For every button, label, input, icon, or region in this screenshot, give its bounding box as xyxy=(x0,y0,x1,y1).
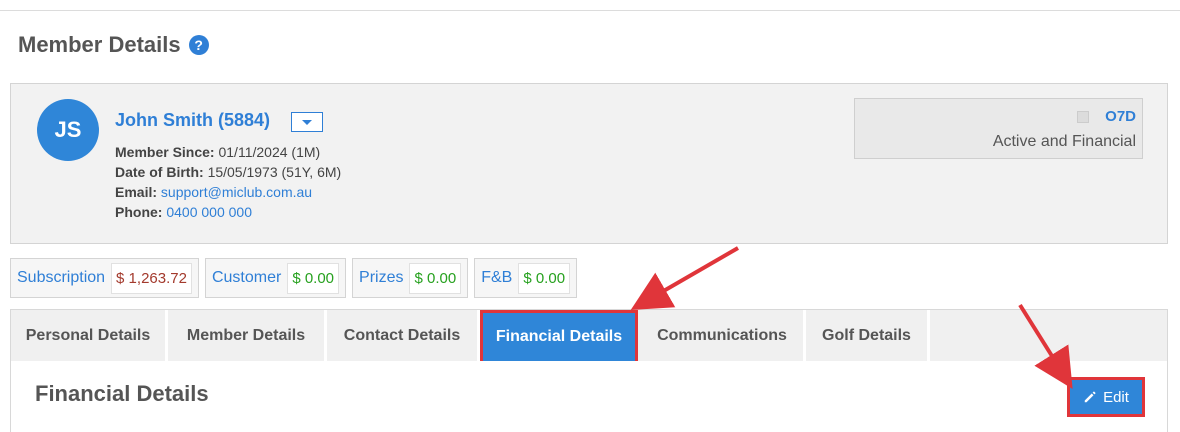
page-title: Member Details ? xyxy=(18,32,209,58)
balance-label: Subscription xyxy=(17,269,106,286)
balance-subscription[interactable]: Subscription $ 1,263.72 xyxy=(10,258,199,298)
email-row: Email: support@miclub.com.au xyxy=(115,182,341,202)
phone-link[interactable]: 0400 000 000 xyxy=(166,204,252,220)
member-name[interactable]: John Smith (5884) xyxy=(115,110,270,131)
page-title-text: Member Details xyxy=(18,32,181,57)
balance-label: F&B xyxy=(481,269,513,286)
member-info: Member Since: 01/11/2024 (1M) Date of Bi… xyxy=(115,142,341,222)
status-box: O7D Active and Financial xyxy=(854,98,1143,159)
question-circle-icon[interactable]: ? xyxy=(188,35,209,55)
avatar: JS xyxy=(37,99,99,161)
balance-prizes[interactable]: Prizes $ 0.00 xyxy=(352,258,469,298)
phone-row: Phone: 0400 000 000 xyxy=(115,202,341,222)
balance-label: Customer xyxy=(211,269,282,286)
dob-value: 15/05/1973 (51Y, 6M) xyxy=(207,164,342,180)
member-actions-dropdown[interactable] xyxy=(291,112,323,132)
tab-financial-details[interactable]: Financial Details xyxy=(480,310,638,364)
tabs-bar: Personal Details Member Details Contact … xyxy=(10,309,1168,364)
status-code[interactable]: O7D xyxy=(1105,108,1136,125)
section-title: Financial Details xyxy=(35,381,209,406)
dob-label: Date of Birth: xyxy=(115,164,204,180)
member-since-row: Member Since: 01/11/2024 (1M) xyxy=(115,142,341,162)
tab-golf-details[interactable]: Golf Details xyxy=(806,310,930,361)
dob-row: Date of Birth: 15/05/1973 (51Y, 6M) xyxy=(115,162,341,182)
annotation-arrow-tab xyxy=(630,246,740,311)
balance-customer[interactable]: Customer $ 0.00 xyxy=(204,258,347,298)
edit-button-label: Edit xyxy=(1103,388,1129,406)
tab-personal-details[interactable]: Personal Details xyxy=(11,310,168,361)
member-card: JS John Smith (5884) Member Since: 01/11… xyxy=(10,83,1168,244)
member-since-value: 01/11/2024 (1M) xyxy=(218,144,321,160)
caret-down-icon xyxy=(302,119,312,125)
status-text: Active and Financial xyxy=(992,133,1136,150)
balance-amount: $ 0.00 xyxy=(287,262,340,294)
balances: Subscription $ 1,263.72 Customer $ 0.00 … xyxy=(10,258,578,298)
email-label: Email: xyxy=(115,184,158,200)
phone-label: Phone: xyxy=(115,204,163,220)
tab-contact-details[interactable]: Contact Details xyxy=(327,310,480,361)
edit-button[interactable]: Edit xyxy=(1067,377,1145,417)
balance-fnb[interactable]: F&B $ 0.00 xyxy=(474,258,578,298)
balance-amount: $ 0.00 xyxy=(409,262,462,294)
tab-communications[interactable]: Communications xyxy=(641,310,806,361)
balance-label: Prizes xyxy=(359,269,404,286)
status-checkbox[interactable] xyxy=(1077,111,1089,123)
tab-member-details[interactable]: Member Details xyxy=(168,310,327,361)
financial-details-panel: Financial Details xyxy=(10,361,1168,432)
pencil-icon xyxy=(1084,391,1096,403)
member-since-label: Member Since: xyxy=(115,144,215,160)
email-link[interactable]: support@miclub.com.au xyxy=(161,184,312,200)
balance-amount: $ 0.00 xyxy=(518,262,571,294)
top-bar xyxy=(0,0,1180,11)
balance-amount: $ 1,263.72 xyxy=(111,262,192,294)
